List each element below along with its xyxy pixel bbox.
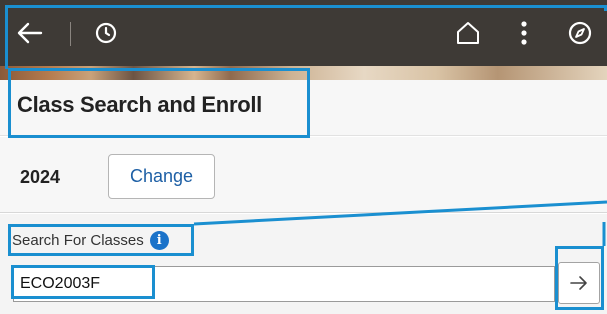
arrow-right-icon xyxy=(570,276,587,290)
toolbar-separator xyxy=(70,22,71,46)
home-icon xyxy=(457,22,479,44)
info-icon[interactable]: i xyxy=(149,231,169,250)
header-banner-image xyxy=(0,66,607,80)
search-submit-button[interactable] xyxy=(558,262,600,304)
history-button[interactable] xyxy=(84,12,128,54)
clock-icon xyxy=(95,22,117,44)
navigator-button[interactable] xyxy=(558,12,602,54)
back-button[interactable] xyxy=(8,12,52,54)
compass-icon xyxy=(568,21,592,45)
page-title: Class Search and Enroll xyxy=(17,92,262,117)
class-search-input[interactable] xyxy=(13,266,555,302)
term-row xyxy=(0,137,607,213)
search-label-text: Search For Classes xyxy=(12,232,144,249)
back-arrow-icon xyxy=(17,22,43,44)
change-term-button[interactable]: Change xyxy=(108,154,215,199)
term-label: 2024 xyxy=(20,167,61,187)
top-navigation-bar xyxy=(0,0,607,66)
search-for-classes-label: Search For Classes i xyxy=(12,231,169,250)
actions-menu-button[interactable] xyxy=(506,12,542,54)
kebab-menu-icon xyxy=(521,21,527,45)
home-button[interactable] xyxy=(446,12,490,54)
